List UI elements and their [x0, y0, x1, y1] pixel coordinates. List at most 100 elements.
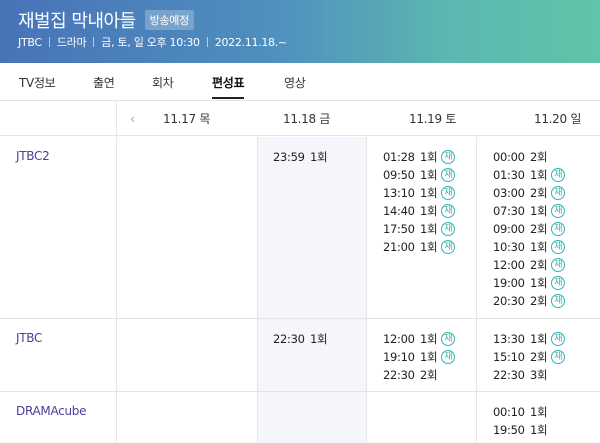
channel-name[interactable]: JTBC — [16, 331, 42, 345]
date-header: 11.20 일 — [534, 112, 582, 126]
channel-name[interactable]: JTBC2 — [16, 149, 50, 163]
broadcast-slot: 22:30 1회 — [273, 330, 328, 348]
schedule-table: ‹ 11.17 목 11.18 금 11.19 토 11.20 일 JTBC2 2… — [0, 100, 600, 443]
broadcast-slot: 12:00 1회 재 — [383, 330, 456, 348]
rerun-badge: 재 — [441, 186, 456, 200]
slot-time: 03:00 — [493, 186, 525, 200]
slot-episode: 1회 — [530, 240, 548, 254]
broadcast-slot: 07:30 1회 재 — [493, 202, 566, 220]
slot-time: 12:00 — [493, 258, 525, 272]
slot-time: 13:30 — [493, 332, 525, 346]
tab-video[interactable]: 영상 — [284, 63, 306, 99]
slot-episode: 1회 — [530, 405, 548, 419]
program-header: 재벌집 막내아들 방송예정 JTBC 드라마 금, 토, 일 오후 10:30 … — [0, 0, 600, 63]
broadcast-slot: 01:30 1회 재 — [493, 166, 566, 184]
broadcast-slot: 03:00 2회 재 — [493, 184, 566, 202]
slot-time: 23:59 — [273, 150, 305, 164]
rerun-badge: 재 — [551, 258, 566, 272]
meta-airtime: 금, 토, 일 오후 10:30 — [101, 36, 200, 49]
broadcast-slot: 22:30 3회 — [493, 366, 565, 384]
rerun-badge: 재 — [551, 350, 566, 364]
slot-time: 14:40 — [383, 204, 415, 218]
column-divider — [116, 137, 117, 443]
rerun-badge: 재 — [551, 240, 566, 254]
broadcast-slot: 13:30 1회 재 — [493, 330, 566, 348]
meta-divider — [206, 37, 208, 47]
slot-episode: 1회 — [420, 350, 438, 364]
broadcast-slot: 12:00 2회 재 — [493, 256, 566, 274]
slot-episode: 2회 — [530, 186, 548, 200]
rerun-badge: 재 — [551, 222, 566, 236]
broadcast-slot: 21:00 1회 재 — [383, 238, 456, 256]
meta-channel[interactable]: JTBC — [18, 36, 42, 49]
slot-episode: 1회 — [420, 222, 438, 236]
prev-week-button[interactable]: ‹ — [116, 101, 148, 136]
broadcast-slot: 19:10 1회 재 — [383, 348, 456, 366]
day-slot-list: 12:00 1회 재 19:10 1회 재 22:30 2회 — [383, 330, 456, 384]
meta-divider — [93, 37, 95, 47]
day-slot-list: 00:00 2회 01:30 1회 재 03:00 2회 재 07:30 1회 재 09:00 2회 재 1… — [493, 148, 566, 310]
broadcast-slot: 22:30 2회 — [383, 366, 455, 384]
broadcast-slot: 19:50 1회 — [493, 421, 548, 439]
date-header: 11.17 목 — [163, 112, 211, 126]
slot-time: 19:00 — [493, 276, 525, 290]
slot-episode: 1회 — [530, 276, 548, 290]
slot-episode: 2회 — [530, 350, 548, 364]
slot-time: 12:00 — [383, 332, 415, 346]
column-divider — [257, 137, 258, 443]
row-divider — [0, 391, 600, 392]
slot-time: 15:10 — [493, 350, 525, 364]
date-header: 11.18 금 — [283, 112, 331, 126]
slot-episode: 1회 — [420, 168, 438, 182]
rerun-badge: 재 — [441, 332, 456, 346]
slot-episode: 1회 — [530, 168, 548, 182]
day-slot-list: 00:10 1회 19:50 1회 — [493, 403, 548, 439]
rerun-badge: 재 — [441, 240, 456, 254]
slot-time: 19:50 — [493, 423, 525, 437]
title-row: 재벌집 막내아들 방송예정 — [18, 8, 194, 32]
slot-episode: 1회 — [420, 186, 438, 200]
slot-time: 22:30 — [383, 368, 415, 382]
column-divider — [366, 137, 367, 443]
rerun-badge: 재 — [551, 186, 566, 200]
tab-tv-info[interactable]: TV정보 — [19, 63, 56, 99]
broadcast-slot: 15:10 2회 재 — [493, 348, 566, 366]
slot-episode: 2회 — [420, 368, 438, 382]
broadcast-slot: 09:50 1회 재 — [383, 166, 456, 184]
status-badge: 방송예정 — [144, 10, 194, 30]
broadcast-slot: 23:59 1회 — [273, 148, 328, 166]
slot-episode: 1회 — [420, 240, 438, 254]
rerun-badge: 재 — [441, 168, 456, 182]
slot-episode: 1회 — [420, 332, 438, 346]
program-title[interactable]: 재벌집 막내아들 — [18, 7, 136, 33]
slot-time: 00:00 — [493, 150, 525, 164]
broadcast-slot: 00:10 1회 — [493, 403, 548, 421]
slot-episode: 2회 — [530, 150, 548, 164]
slot-time: 01:30 — [493, 168, 525, 182]
broadcast-slot: 19:00 1회 재 — [493, 274, 566, 292]
channel-name[interactable]: DRAMAcube — [16, 404, 86, 418]
tab-episodes[interactable]: 회차 — [152, 63, 174, 99]
rerun-badge: 재 — [441, 222, 456, 236]
slot-episode: 3회 — [530, 368, 548, 382]
slot-time: 19:10 — [383, 350, 415, 364]
broadcast-slot: 09:00 2회 재 — [493, 220, 566, 238]
tab-cast[interactable]: 출연 — [93, 63, 115, 99]
broadcast-slot: 10:30 1회 재 — [493, 238, 566, 256]
slot-episode: 1회 — [530, 204, 548, 218]
rerun-badge: 재 — [441, 150, 456, 164]
slot-time: 20:30 — [493, 294, 525, 308]
day-slot-list: 01:28 1회 재 09:50 1회 재 13:10 1회 재 14:40 1회 재 17:50 1회 재… — [383, 148, 456, 256]
tab-schedule[interactable]: 편성표 — [212, 63, 245, 99]
rerun-badge: 재 — [441, 350, 456, 364]
broadcast-slot: 13:10 1회 재 — [383, 184, 456, 202]
slot-time: 09:50 — [383, 168, 415, 182]
slot-episode: 1회 — [420, 150, 438, 164]
broadcast-slot: 17:50 1회 재 — [383, 220, 456, 238]
rerun-badge: 재 — [551, 332, 566, 346]
slot-episode: 2회 — [530, 294, 548, 308]
slot-time: 21:00 — [383, 240, 415, 254]
slot-time: 01:28 — [383, 150, 415, 164]
day-slot-list: 23:59 1회 — [273, 148, 328, 166]
rerun-badge: 재 — [551, 168, 566, 182]
